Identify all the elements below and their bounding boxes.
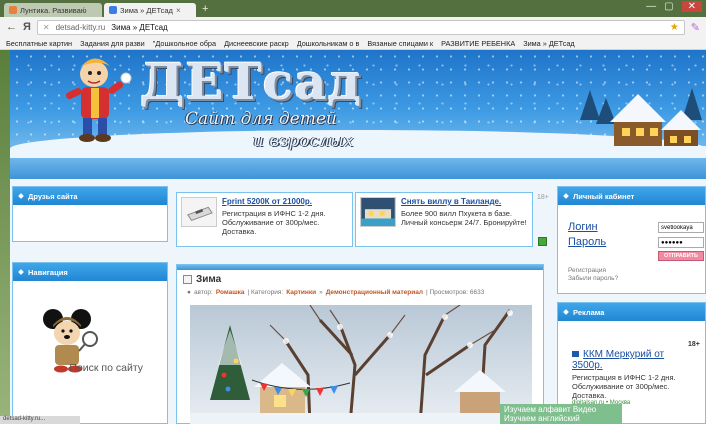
- navigation-box: Навигация Поиск по сайту: [12, 262, 168, 424]
- bullet-icon: [18, 193, 24, 199]
- article-meta: ● автор: Ромашка | Категория: Картинки »…: [177, 287, 543, 298]
- article: Зима ● автор: Ромашка | Категория: Карти…: [176, 264, 544, 424]
- address-bar: ← Я ✕ detsad-kitty.ru Зима » ДЕТсад ★ ✎: [0, 17, 706, 37]
- site-header: ДЕТсад Сайт для детей и взрослых: [10, 50, 706, 158]
- ads-link[interactable]: ККМ Меркурий от 3500р.: [572, 349, 692, 371]
- login-input[interactable]: [658, 222, 704, 233]
- ad-text: Fprint 5200К от 21000р. Регистрация в ИФ…: [222, 197, 348, 242]
- ads-age-badge: 18+: [688, 341, 700, 348]
- article-icon: [183, 275, 192, 284]
- ad-icon: [572, 351, 579, 357]
- page-background: [0, 50, 10, 424]
- bookmarks-bar: Бесплатные картин Задания для разви "Дош…: [0, 37, 706, 50]
- category-link-pictures[interactable]: Картинки: [286, 289, 316, 296]
- author-label: автор:: [193, 289, 213, 296]
- browser-tab-bar: Лунтика. Развиваю́ Зима » ДЕТсад × + — ▢…: [0, 0, 706, 17]
- ad-title[interactable]: Fprint 5200К от 21000р.: [222, 197, 348, 206]
- bookmark-item[interactable]: РАЗВИТИЕ РЕБЕНКА: [441, 39, 515, 48]
- tab-label: Зима » ДЕТсад: [120, 5, 173, 15]
- tab-zima[interactable]: Зима » ДЕТсад ×: [104, 3, 196, 17]
- age-badge: 18+: [537, 194, 549, 201]
- close-window-icon[interactable]: ✕: [681, 1, 702, 12]
- maximize-icon[interactable]: ▢: [664, 1, 673, 12]
- bookmark-star-icon[interactable]: ★: [670, 22, 679, 33]
- yandex-icon[interactable]: Я: [23, 21, 31, 33]
- article-header: Зима: [177, 270, 543, 287]
- category-label: | Категория:: [247, 289, 284, 296]
- bookmark-item[interactable]: Диснеевские раскр: [224, 39, 289, 48]
- ads-link-title[interactable]: ККМ Меркурий от 3500р.: [572, 349, 664, 371]
- tab-label: Лунтика. Развиваю́: [20, 5, 87, 15]
- url-host: detsad-kitty.ru: [55, 22, 106, 32]
- author-link[interactable]: Ромашка: [216, 289, 245, 296]
- bullet-icon: [563, 309, 569, 315]
- author-icon: ●: [187, 289, 191, 296]
- bullet-icon: [563, 193, 569, 199]
- cabinet-title: Личный кабинет: [573, 191, 635, 201]
- login-label: Логин: [568, 221, 598, 233]
- mascot-image: [66, 58, 132, 142]
- navigation-title: Навигация: [28, 267, 68, 277]
- bookmark-item[interactable]: Зима » ДЕТсад: [523, 39, 575, 48]
- favicon-icon: [9, 6, 17, 14]
- bullet-icon: [18, 269, 24, 275]
- tab-luntika[interactable]: Лунтика. Развиваю́: [4, 3, 102, 17]
- ad-title[interactable]: Снять виллу в Таиланде.: [401, 197, 528, 206]
- close-icon[interactable]: ✕: [43, 23, 50, 32]
- search-site-label[interactable]: Поиск по сайту: [21, 361, 161, 375]
- minimize-icon[interactable]: —: [646, 1, 656, 12]
- submit-button[interactable]: ОТПРАВИТЬ: [658, 251, 704, 261]
- new-tab-icon[interactable]: +: [198, 3, 212, 15]
- bookmark-item[interactable]: Дошкольникам о в: [297, 39, 360, 48]
- friends-title: Друзья сайта: [28, 191, 78, 201]
- ad-description: Регистрация в ИФНС 1-2 дня. Обслуживание…: [222, 209, 326, 236]
- site-logo[interactable]: ДЕТсад: [140, 52, 362, 111]
- ad-text: Снять виллу в Таиланде. Более 900 вилл П…: [401, 197, 528, 242]
- friends-box: Друзья сайта: [12, 186, 168, 242]
- site-tagline: Сайт для детей и взрослых: [185, 108, 353, 152]
- winter-village-image: [566, 88, 706, 158]
- ad-description: Более 900 вилл Пхукета в базе. Личный ко…: [401, 209, 527, 227]
- tagline-line-2: и взрослых: [253, 131, 354, 151]
- category-separator: »: [319, 289, 323, 296]
- register-link[interactable]: Регистрация: [568, 267, 606, 275]
- navigation-box-header: Навигация: [13, 263, 167, 281]
- password-input[interactable]: [658, 237, 704, 248]
- ads-description: Регистрация в ИФНС 1-2 дня. Обслуживание…: [572, 373, 676, 400]
- window-controls: — ▢ ✕: [646, 1, 702, 12]
- bookmark-item[interactable]: Бесплатные картин: [6, 39, 72, 48]
- url-field[interactable]: ✕ detsad-kitty.ru Зима » ДЕТсад ★: [36, 19, 685, 35]
- status-bar: detsad-kitty.ru...: [0, 416, 80, 424]
- article-title: Зима: [196, 274, 222, 285]
- ad-villa[interactable]: Снять виллу в Таиланде. Более 900 вилл П…: [355, 192, 533, 247]
- villa-image: [360, 197, 396, 227]
- bookmark-item[interactable]: "Дошкольное обра: [153, 39, 216, 48]
- cabinet-box: Личный кабинет Логин Пароль ОТПРАВИТЬ Ре…: [557, 186, 706, 294]
- video-popup[interactable]: Изучаем алфавит Видео Изучаем английский: [500, 404, 622, 424]
- popup-line-1: Изучаем алфавит Видео: [504, 405, 597, 414]
- friends-box-header: Друзья сайта: [13, 187, 167, 205]
- ad-fprint[interactable]: Fprint 5200К от 21000р. Регистрация в ИФ…: [176, 192, 353, 247]
- popup-line-2: Изучаем английский: [504, 414, 580, 423]
- cabinet-box-header: Личный кабинет: [558, 187, 705, 205]
- ads-title: Реклама: [573, 307, 605, 317]
- category-link-demo[interactable]: Демонстрационный материал: [326, 289, 423, 296]
- favicon-icon: [109, 6, 117, 14]
- tagline-line-1: Сайт для детей: [185, 109, 337, 129]
- bookmark-item[interactable]: Задания для разви: [80, 39, 145, 48]
- forgot-password-link[interactable]: Забыли пароль?: [568, 275, 618, 283]
- bookmark-item[interactable]: Вязаные спицами к: [367, 39, 433, 48]
- winter-picture[interactable]: [190, 305, 532, 424]
- back-arrow-icon[interactable]: ←: [6, 21, 17, 33]
- password-label: Пароль: [568, 236, 607, 248]
- header-band: [10, 158, 706, 179]
- ads-box-header: Реклама: [558, 303, 705, 321]
- cash-register-image: [181, 197, 217, 227]
- feather-icon[interactable]: ✎: [691, 21, 700, 34]
- views-count: | Просмотров: 6633: [425, 289, 485, 296]
- ad-info-icon[interactable]: [538, 237, 547, 246]
- screen: Лунтика. Развиваю́ Зима » ДЕТсад × + — ▢…: [0, 0, 706, 424]
- close-tab-icon[interactable]: ×: [176, 6, 181, 15]
- url-page-title: Зима » ДЕТсад: [111, 22, 168, 32]
